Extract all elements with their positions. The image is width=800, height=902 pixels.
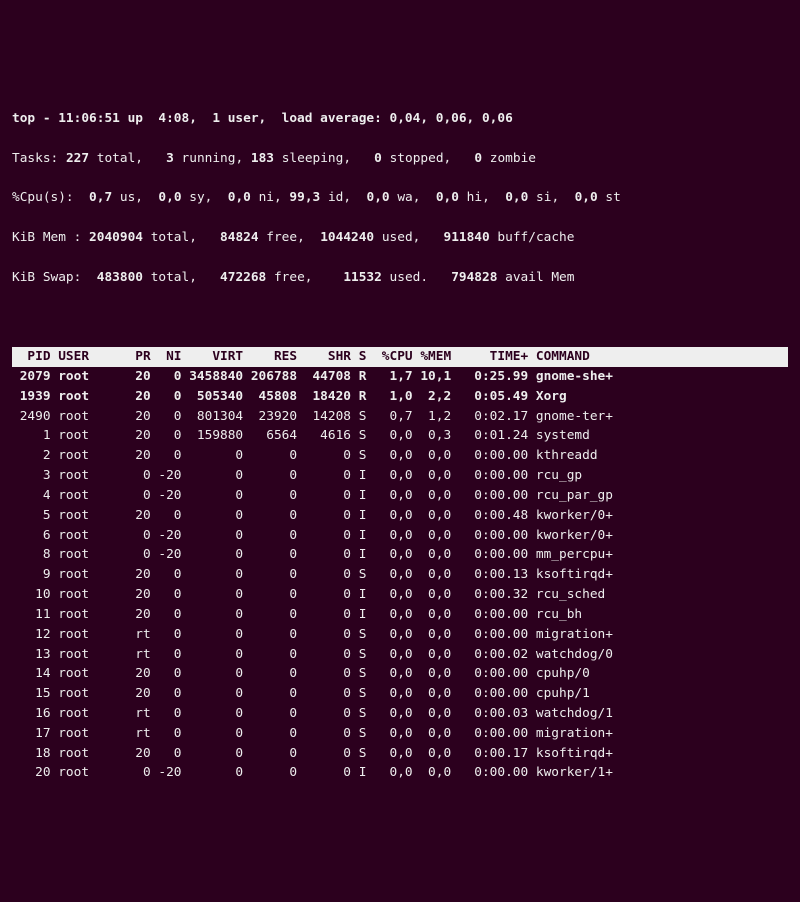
process-row: 14 root 20 0 0 0 0 S 0,0 0,0 0:00.00 cpu… <box>12 664 788 684</box>
process-row: 1939 root 20 0 505340 45808 18420 R 1,0 … <box>12 387 788 407</box>
process-row: 3 root 0 -20 0 0 0 I 0,0 0,0 0:00.00 rcu… <box>12 466 788 486</box>
process-row: 18 root 20 0 0 0 0 S 0,0 0,0 0:00.17 kso… <box>12 744 788 764</box>
process-row: 10 root 20 0 0 0 0 I 0,0 0,0 0:00.32 rcu… <box>12 585 788 605</box>
process-table-body: 2079 root 20 0 3458840 206788 44708 R 1,… <box>12 367 788 783</box>
summary-line-cpu: %Cpu(s): 0,7 us, 0,0 sy, 0,0 ni, 99,3 id… <box>12 188 788 208</box>
summary-line-swap: KiB Swap: 483800 total, 472268 free, 115… <box>12 268 788 288</box>
summary-line-uptime: top - 11:06:51 up 4:08, 1 user, load ave… <box>12 109 788 129</box>
process-row: 2 root 20 0 0 0 0 S 0,0 0,0 0:00.00 kthr… <box>12 446 788 466</box>
process-row: 4 root 0 -20 0 0 0 I 0,0 0,0 0:00.00 rcu… <box>12 486 788 506</box>
process-row: 9 root 20 0 0 0 0 S 0,0 0,0 0:00.13 ksof… <box>12 565 788 585</box>
process-row: 11 root 20 0 0 0 0 I 0,0 0,0 0:00.00 rcu… <box>12 605 788 625</box>
summary-line-mem: KiB Mem : 2040904 total, 84824 free, 104… <box>12 228 788 248</box>
process-row: 12 root rt 0 0 0 0 S 0,0 0,0 0:00.00 mig… <box>12 625 788 645</box>
process-table-header: PID USER PR NI VIRT RES SHR S %CPU %MEM … <box>12 347 788 367</box>
process-row: 5 root 20 0 0 0 0 I 0,0 0,0 0:00.48 kwor… <box>12 506 788 526</box>
process-row: 17 root rt 0 0 0 0 S 0,0 0,0 0:00.00 mig… <box>12 724 788 744</box>
process-row: 20 root 0 -20 0 0 0 I 0,0 0,0 0:00.00 kw… <box>12 763 788 783</box>
process-row: 2490 root 20 0 801304 23920 14208 S 0,7 … <box>12 407 788 427</box>
blank-line <box>12 307 788 327</box>
terminal-output: top - 11:06:51 up 4:08, 1 user, load ave… <box>12 89 788 803</box>
process-row: 16 root rt 0 0 0 0 S 0,0 0,0 0:00.03 wat… <box>12 704 788 724</box>
process-row: 13 root rt 0 0 0 0 S 0,0 0,0 0:00.02 wat… <box>12 645 788 665</box>
process-row: 2079 root 20 0 3458840 206788 44708 R 1,… <box>12 367 788 387</box>
process-row: 15 root 20 0 0 0 0 S 0,0 0,0 0:00.00 cpu… <box>12 684 788 704</box>
process-row: 8 root 0 -20 0 0 0 I 0,0 0,0 0:00.00 mm_… <box>12 545 788 565</box>
process-row: 6 root 0 -20 0 0 0 I 0,0 0,0 0:00.00 kwo… <box>12 526 788 546</box>
summary-line-tasks: Tasks: 227 total, 3 running, 183 sleepin… <box>12 149 788 169</box>
process-row: 1 root 20 0 159880 6564 4616 S 0,0 0,3 0… <box>12 426 788 446</box>
